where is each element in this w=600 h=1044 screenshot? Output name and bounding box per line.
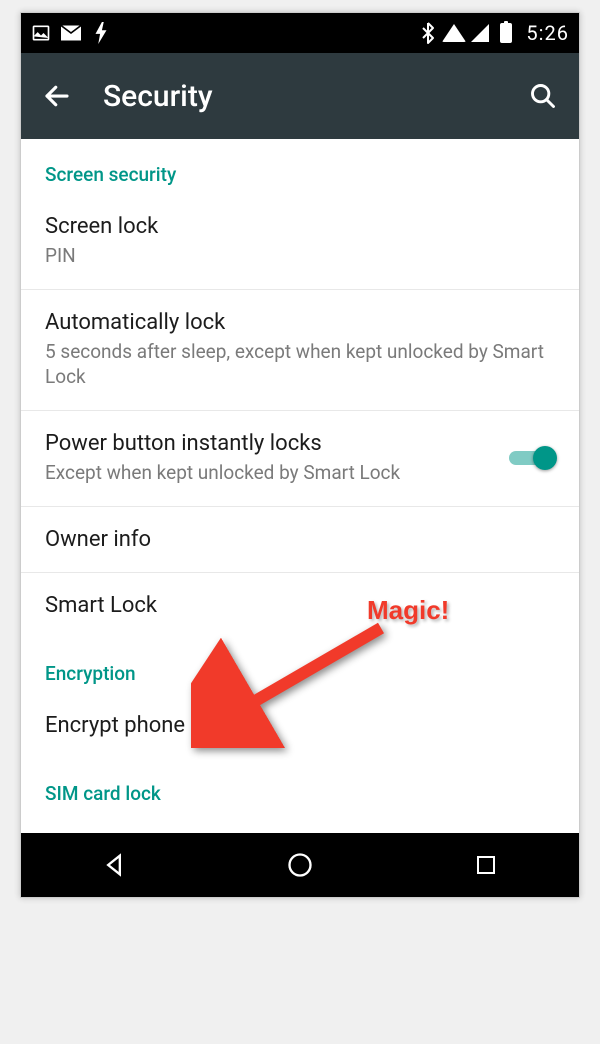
row-screen-lock[interactable]: Screen lock PIN (21, 194, 579, 290)
annotation-label: Magic! (367, 595, 449, 626)
status-right: 5:26 (418, 21, 569, 45)
section-header-sim-lock: SIM card lock (21, 758, 579, 823)
signal-icon (470, 23, 490, 43)
battery-icon (496, 23, 516, 43)
triangle-back-icon (100, 851, 128, 879)
status-left (31, 23, 111, 43)
row-title: Smart Lock (45, 593, 555, 618)
status-bar: 5:26 (21, 13, 579, 53)
navigation-bar (21, 833, 579, 897)
bluetooth-icon (418, 23, 438, 43)
row-title: Power button instantly locks (45, 431, 509, 456)
mail-icon (61, 23, 81, 43)
row-title: Screen lock (45, 214, 555, 239)
app-bar: Security (21, 53, 579, 139)
row-encrypt-phone[interactable]: Encrypt phone (21, 693, 579, 758)
nav-back-button[interactable] (84, 845, 144, 885)
power-lock-toggle[interactable] (509, 446, 555, 470)
page-title: Security (103, 79, 523, 114)
wifi-icon (444, 23, 464, 43)
settings-list: Screen security Screen lock PIN Automati… (21, 139, 579, 833)
section-header-screen-security: Screen security (21, 139, 579, 194)
row-subtitle: 5 seconds after sleep, except when kept … (45, 339, 555, 390)
circle-home-icon (286, 851, 314, 879)
row-owner-info[interactable]: Owner info (21, 507, 579, 573)
nav-home-button[interactable] (270, 845, 330, 885)
row-title: Owner info (45, 527, 555, 552)
square-recent-icon (474, 853, 498, 877)
nav-recent-button[interactable] (456, 845, 516, 885)
row-title: Automatically lock (45, 310, 555, 335)
search-button[interactable] (523, 76, 563, 116)
back-button[interactable] (37, 76, 77, 116)
row-subtitle: PIN (45, 243, 555, 269)
arrow-left-icon (42, 81, 72, 111)
image-icon (31, 23, 51, 43)
device-frame: 5:26 Security Screen security Screen loc… (20, 12, 580, 898)
row-power-button-locks[interactable]: Power button instantly locks Except when… (21, 411, 579, 507)
status-clock: 5:26 (526, 21, 569, 45)
row-subtitle: Except when kept unlocked by Smart Lock (45, 460, 509, 486)
flash-icon (91, 23, 111, 43)
row-title: Encrypt phone (45, 713, 555, 738)
section-header-encryption: Encryption (21, 638, 579, 693)
row-smart-lock[interactable]: Smart Lock (21, 573, 579, 638)
search-icon (529, 82, 557, 110)
row-automatically-lock[interactable]: Automatically lock 5 seconds after sleep… (21, 290, 579, 411)
